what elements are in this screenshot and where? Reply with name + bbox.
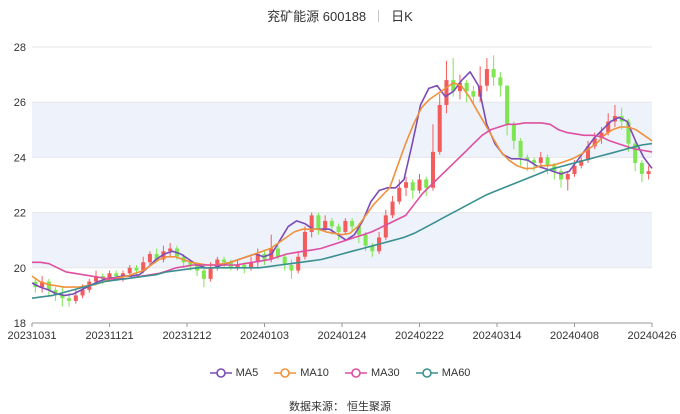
candle-body [559,171,564,180]
legend-item-ma5[interactable]: MA5 [209,367,259,379]
legend-item-ma60[interactable]: MA60 [415,367,471,379]
legend-label: MA60 [441,367,471,379]
legend-marker-icon [415,368,438,378]
candle-body [545,157,550,166]
candlestick-chart: 18 20 22 24 26 28 20231031 20231121 20231212 2024… [8,42,677,342]
grid-band [32,212,652,268]
x-tick-label: 20240408 [550,330,599,342]
y-tick-label: 28 [14,42,26,54]
legend-marker-icon [274,368,297,378]
candle-body [646,171,651,174]
candle-body [296,256,301,271]
legend-marker-icon [209,368,232,378]
y-tick-label: 20 [14,263,26,275]
data-source: 数据来源： 恒生聚源 [288,401,392,413]
candle-body [417,179,422,191]
candle-body [67,298,72,301]
candle-body [336,226,341,232]
candle-body [302,231,307,257]
candle-body [323,220,328,230]
candle-body [46,281,51,290]
candle-body [471,91,476,97]
legend-item-ma10[interactable]: MA10 [274,367,329,379]
x-tick-label: 20240222 [395,330,444,342]
candle-body [329,220,334,227]
legend-label: MA5 [235,367,259,379]
candle-body [275,248,280,257]
candle-body [484,69,489,86]
chart-root: 兖矿能源 600188 日K 18 20 22 24 26 28 20231031 202311… [0,0,680,413]
candle-body [316,215,321,230]
candle-body [437,104,442,152]
legend-marker-icon [344,368,367,378]
x-tick-label: 20231121 [85,330,133,342]
chart-legend: MA5 MA10 MA30 MA60 [0,367,680,381]
candle-body [397,187,402,202]
candle-body [390,201,395,216]
x-tick-label: 20231031 [8,330,57,342]
candle-body [424,179,429,188]
x-tick-label: 20240426 [628,330,677,342]
candle-body [410,182,415,191]
candle-body [127,267,132,274]
candle-body [639,162,644,174]
candle-body [147,254,152,263]
y-tick-label: 24 [14,152,26,164]
legend-item-ma30[interactable]: MA30 [344,367,400,379]
y-tick-label: 18 [14,318,26,330]
candle-body [518,140,523,158]
candle-body [201,270,206,279]
candle-body [505,85,510,125]
x-tick-label: 20240124 [318,330,367,342]
candle-body [114,273,119,277]
candle-body [444,80,449,105]
candle-body [565,173,570,180]
candle-body [511,124,516,141]
candle-body [350,220,355,227]
candle-body [208,267,213,279]
candle-body [404,182,409,188]
y-tick-label: 26 [14,97,26,109]
legend-label: MA30 [370,367,400,379]
candle-body [289,265,294,271]
candle-body [134,267,139,271]
candle-body [498,77,503,86]
candle-body [363,234,368,246]
candle-body [343,220,348,232]
candle-body [538,157,543,163]
x-tick-label: 20240103 [240,330,289,342]
candle-body [73,295,78,301]
y-tick-label: 22 [14,208,26,220]
x-tick-label: 20240314 [473,330,522,342]
candle-body [222,259,227,263]
x-tick-label: 20231212 [163,330,212,342]
candle-body [491,69,496,78]
legend-label: MA10 [300,367,329,379]
